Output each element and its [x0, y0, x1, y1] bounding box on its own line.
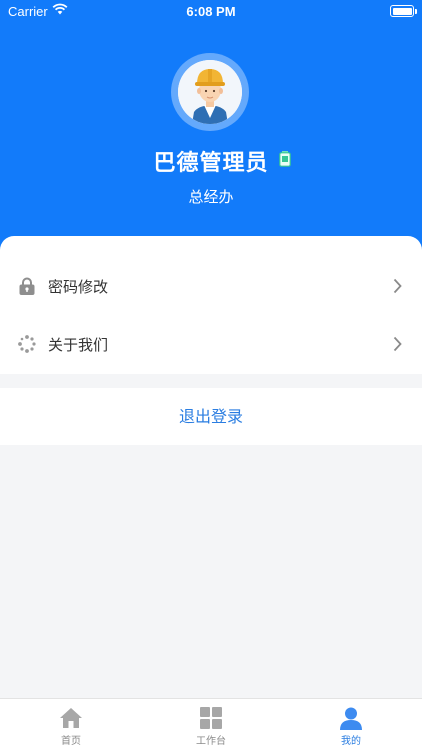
menu-item-about-us[interactable]: 关于我们: [0, 315, 422, 373]
chevron-right-icon: [393, 336, 402, 352]
menu-item-change-password[interactable]: 密码修改: [0, 257, 422, 315]
avatar-ring: [171, 53, 249, 131]
tab-label: 我的: [341, 736, 361, 747]
logout-button[interactable]: 退出登录: [0, 388, 422, 445]
tab-label: 首页: [61, 736, 81, 747]
lock-icon: [19, 277, 35, 295]
tab-home[interactable]: 首页: [11, 699, 131, 751]
user-department: 总经办: [188, 188, 234, 206]
employee-badge-icon: [278, 151, 291, 167]
user-name: 巴德管理员: [153, 151, 269, 176]
user-icon: [340, 707, 362, 730]
user-name-row: 巴德管理员: [0, 145, 422, 177]
tab-label: 工作台: [196, 736, 226, 747]
tab-mine[interactable]: 我的: [291, 699, 411, 751]
battery-icon: [390, 5, 417, 17]
menu-item-label: 关于我们: [48, 336, 109, 354]
chevron-right-icon: [393, 278, 402, 294]
profile-header: Carrier 6:08 PM 巴德管理员 总经办: [0, 0, 422, 260]
grid-icon: [200, 707, 222, 729]
settings-menu: 密码修改 关于我们: [0, 236, 422, 374]
status-time: 6:08 PM: [186, 4, 236, 19]
home-icon: [60, 708, 82, 728]
tab-bar: 首页 工作台 我的: [0, 698, 422, 751]
status-bar: Carrier 6:08 PM: [0, 0, 422, 24]
worker-avatar-icon: [178, 60, 242, 124]
menu-item-label: 密码修改: [48, 278, 109, 296]
avatar[interactable]: [178, 60, 242, 124]
about-icon: [18, 335, 36, 353]
tab-workbench[interactable]: 工作台: [151, 699, 271, 751]
